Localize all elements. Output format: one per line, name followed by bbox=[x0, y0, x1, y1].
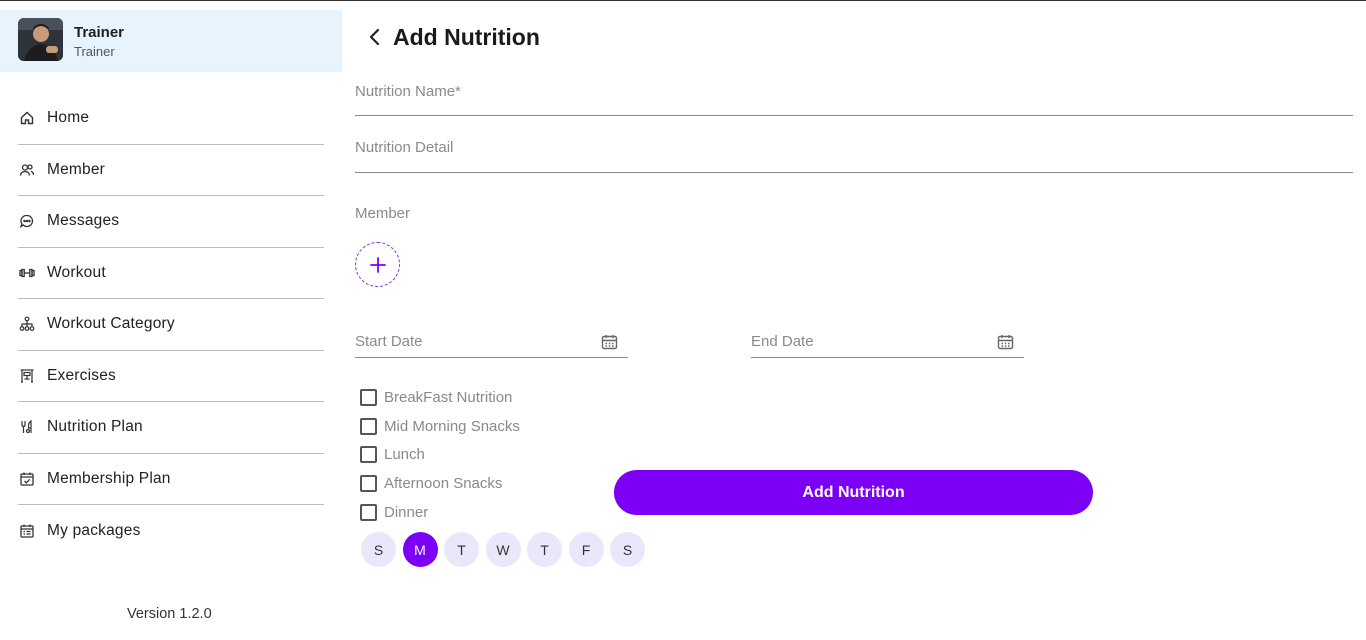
day-saturday[interactable]: S bbox=[610, 532, 645, 567]
sidebar-item-label: My packages bbox=[47, 521, 141, 539]
checkbox[interactable] bbox=[360, 446, 377, 464]
member-label: Member bbox=[355, 205, 411, 222]
day-selector: S M T W T F S bbox=[361, 532, 652, 567]
add-member-button[interactable] bbox=[355, 242, 400, 287]
users-icon bbox=[18, 161, 35, 178]
checkbox[interactable] bbox=[360, 417, 377, 435]
sidebar-item-exercises[interactable]: Exercises bbox=[18, 351, 324, 402]
end-date-input[interactable] bbox=[751, 333, 996, 350]
day-tuesday[interactable]: T bbox=[444, 532, 479, 567]
sidebar-item-home[interactable]: Home bbox=[18, 93, 324, 145]
profile-name: Trainer bbox=[74, 24, 125, 41]
meal-label: Dinner bbox=[384, 504, 429, 522]
start-date-input[interactable] bbox=[355, 333, 600, 350]
calendar-icon[interactable] bbox=[600, 333, 618, 351]
profile-card[interactable]: Trainer Trainer bbox=[0, 10, 342, 72]
meal-checklist: BreakFast Nutrition Mid Morning Snacks L… bbox=[360, 383, 520, 527]
sidebar-item-membership-plan[interactable]: Membership Plan bbox=[18, 454, 324, 505]
avatar bbox=[18, 18, 63, 61]
chat-icon bbox=[18, 213, 35, 230]
checkbox[interactable] bbox=[360, 475, 377, 493]
sidebar-item-label: Exercises bbox=[47, 366, 116, 384]
dumbbell-icon bbox=[18, 264, 35, 281]
page-header: Add Nutrition bbox=[364, 21, 540, 53]
meal-label: Mid Morning Snacks bbox=[384, 417, 520, 435]
home-icon bbox=[18, 110, 35, 127]
meal-checkbox-breakfast[interactable]: BreakFast Nutrition bbox=[360, 383, 520, 412]
meal-checkbox-dinner[interactable]: Dinner bbox=[360, 498, 520, 527]
meal-label: Afternoon Snacks bbox=[384, 475, 503, 493]
sidebar-item-label: Membership Plan bbox=[47, 469, 171, 487]
sidebar-item-label: Home bbox=[47, 109, 90, 127]
sidebar-item-workout[interactable]: Workout bbox=[18, 248, 324, 299]
nutrition-icon bbox=[18, 419, 35, 436]
hierarchy-icon bbox=[18, 316, 35, 333]
sidebar-item-label: Nutrition Plan bbox=[47, 418, 143, 436]
calendar-check-icon bbox=[18, 470, 35, 487]
sidebar-item-label: Member bbox=[47, 160, 106, 178]
sidebar: Trainer Trainer Home Member Messages Wor… bbox=[0, 1, 342, 640]
sidebar-item-member[interactable]: Member bbox=[18, 145, 324, 196]
end-date-field[interactable] bbox=[751, 326, 1024, 358]
day-thursday[interactable]: T bbox=[527, 532, 562, 567]
page-title: Add Nutrition bbox=[393, 23, 540, 50]
meal-checkbox-afternoon-snacks[interactable]: Afternoon Snacks bbox=[360, 469, 520, 498]
meal-label: Lunch bbox=[384, 446, 425, 464]
meal-label: BreakFast Nutrition bbox=[384, 388, 513, 406]
day-friday[interactable]: F bbox=[568, 532, 604, 567]
add-nutrition-button[interactable]: Add Nutrition bbox=[614, 470, 1093, 515]
sidebar-item-label: Messages bbox=[47, 212, 120, 230]
checkbox[interactable] bbox=[360, 388, 377, 406]
calendar-list-icon bbox=[18, 522, 35, 539]
checkbox[interactable] bbox=[360, 504, 377, 522]
start-date-field[interactable] bbox=[355, 326, 628, 358]
meal-checkbox-lunch[interactable]: Lunch bbox=[360, 441, 520, 470]
nutrition-detail-input[interactable] bbox=[355, 139, 1353, 156]
profile-role: Trainer bbox=[74, 44, 115, 59]
day-monday[interactable]: M bbox=[402, 532, 438, 567]
gym-machine-icon bbox=[18, 367, 35, 384]
sidebar-item-label: Workout Category bbox=[47, 315, 175, 333]
sidebar-nav: Home Member Messages Workout Workout Cat… bbox=[18, 93, 324, 557]
sidebar-item-label: Workout bbox=[47, 263, 106, 281]
back-arrow-icon[interactable] bbox=[364, 26, 386, 48]
plus-icon bbox=[369, 256, 387, 274]
day-wednesday[interactable]: W bbox=[485, 532, 521, 567]
sidebar-item-nutrition-plan[interactable]: Nutrition Plan bbox=[18, 402, 324, 454]
sidebar-item-messages[interactable]: Messages bbox=[18, 196, 324, 248]
sidebar-item-workout-category[interactable]: Workout Category bbox=[18, 299, 324, 351]
meal-checkbox-mid-morning-snacks[interactable]: Mid Morning Snacks bbox=[360, 412, 520, 441]
app-version: Version 1.2.0 bbox=[127, 606, 212, 622]
nutrition-name-field bbox=[355, 83, 1353, 116]
day-sunday[interactable]: S bbox=[361, 532, 396, 567]
nutrition-detail-field bbox=[355, 139, 1353, 173]
calendar-icon[interactable] bbox=[996, 333, 1014, 351]
sidebar-item-my-packages[interactable]: My packages bbox=[18, 505, 324, 557]
nutrition-name-input[interactable] bbox=[355, 83, 1353, 100]
